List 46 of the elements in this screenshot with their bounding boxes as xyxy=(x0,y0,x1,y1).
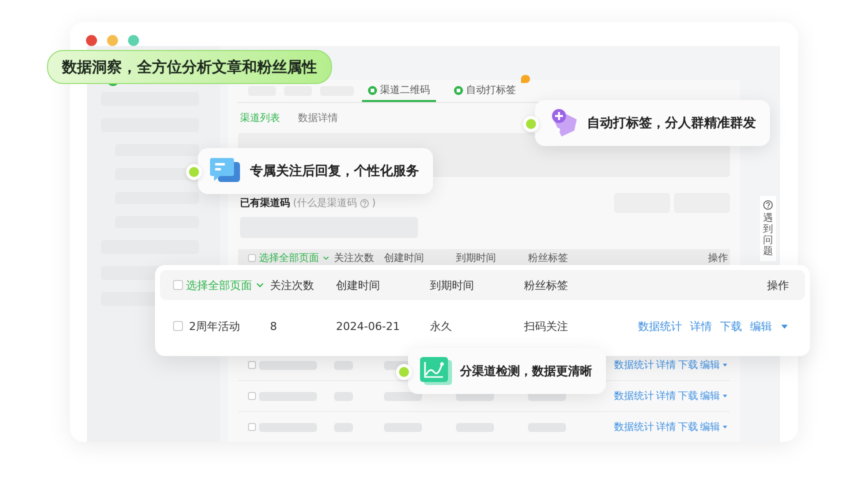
column-header: 关注次数 xyxy=(334,252,375,265)
help-hint-end: ) xyxy=(372,198,376,208)
column-header: 操作 xyxy=(767,278,789,292)
action-link[interactable]: 下载 xyxy=(678,358,698,372)
column-header: 粉丝标签 xyxy=(528,252,569,265)
column-header: 粉丝标签 xyxy=(524,278,569,292)
action-link[interactable]: 编辑 xyxy=(750,318,772,334)
column-header: 关注次数 xyxy=(270,278,315,292)
action-link[interactable]: 数据统计 xyxy=(614,389,654,403)
action-link[interactable]: 编辑 xyxy=(700,358,720,372)
select-all-dropdown[interactable]: 选择全部页面 xyxy=(259,251,319,265)
column-header: 创建时间 xyxy=(384,252,425,265)
action-link[interactable]: 详情 xyxy=(656,420,676,434)
column-header: 创建时间 xyxy=(336,278,381,292)
callout-text: 分渠道检测，数据更清晰 xyxy=(460,362,592,380)
action-link[interactable]: 详情 xyxy=(656,358,676,372)
table-cell-text: 永久 xyxy=(430,318,453,334)
sub-tab[interactable]: 数据详情 xyxy=(298,111,338,125)
tab[interactable]: 自动打标签 xyxy=(448,80,522,102)
action-link[interactable]: 数据统计 xyxy=(614,420,654,434)
action-link[interactable]: 下载 xyxy=(678,420,698,434)
column-header: 到期时间 xyxy=(430,278,475,292)
select-all-dropdown[interactable]: 选择全部页面 xyxy=(186,278,252,292)
action-link[interactable]: 编辑 xyxy=(700,420,720,434)
table-cell: 2周年活动 xyxy=(189,318,240,334)
action-link[interactable]: 详情 xyxy=(690,318,712,334)
action-link[interactable]: 编辑 xyxy=(700,389,720,403)
sub-tab[interactable]: 渠道列表 xyxy=(240,111,280,125)
callout-text: 自动打标签，分人群精准群发 xyxy=(587,115,756,132)
action-link[interactable]: 下载 xyxy=(720,318,742,334)
action-link[interactable]: 数据统计 xyxy=(638,318,682,334)
help-tab[interactable]: 遇到问题 xyxy=(760,196,776,261)
callout-text: 专属关注后回复，个性化服务 xyxy=(250,162,419,180)
column-header: 操作 xyxy=(708,252,728,265)
feature-banner: 数据洞察，全方位分析文章和粉丝属性 xyxy=(47,50,332,84)
action-link[interactable]: 详情 xyxy=(656,389,676,403)
table-cell-text: 扫码关注 xyxy=(524,318,569,334)
column-header: 到期时间 xyxy=(456,252,497,265)
action-link[interactable]: 下载 xyxy=(678,389,698,403)
action-link[interactable]: 数据统计 xyxy=(614,358,654,372)
tab[interactable]: 渠道二维码 xyxy=(362,80,436,102)
section-title: 已有渠道码 xyxy=(240,196,290,210)
table-cell-text: 2024-06-21 xyxy=(336,320,401,332)
help-label: 遇到问题 xyxy=(763,213,773,257)
help-hint: (什么是渠道码 xyxy=(293,196,357,210)
table-cell-text: 8 xyxy=(270,320,278,332)
